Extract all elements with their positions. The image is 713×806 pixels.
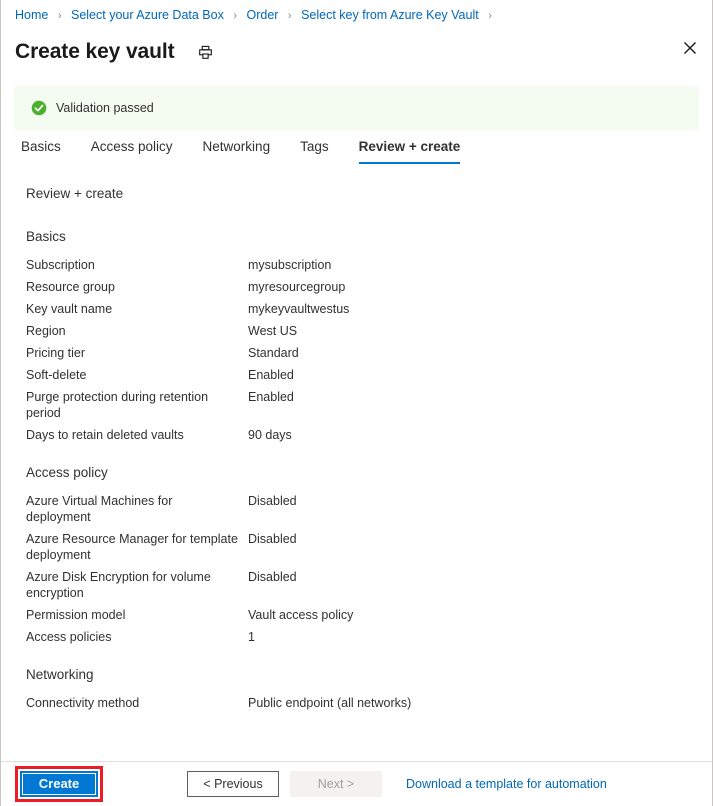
detail-value: Disabled [248,532,297,546]
detail-value: Disabled [248,494,297,508]
detail-label: Days to retain deleted vaults [26,428,184,442]
next-button: Next > [290,771,382,797]
section-networking: Networking Connectivity method Public en… [26,667,712,711]
detail-value: West US [248,324,298,338]
detail-row: Azure Disk Encryption for volume encrypt… [26,569,712,601]
detail-label: Azure Virtual Machines for deployment [26,494,173,524]
action-bar: Create < Previous Next > Download a temp… [1,761,712,806]
tab-basics[interactable]: Basics [21,139,61,164]
create-key-vault-blade: Home › Select your Azure Data Box › Orde… [0,0,713,806]
detail-row: Connectivity method Public endpoint (all… [26,695,712,711]
close-icon[interactable] [678,36,702,60]
review-content: Review + create Basics Subscription mysu… [1,164,712,761]
section-access-policy: Access policy Azure Virtual Machines for… [26,465,712,645]
section-heading-review-create: Review + create [26,186,124,201]
detail-label: Subscription [26,258,95,272]
section-title-access-policy: Access policy [26,465,108,480]
section-title-basics: Basics [26,229,66,244]
status-banner: Validation passed [14,86,699,130]
detail-row: Purge protection during retention period… [26,389,712,421]
breadcrumb-separator-icon: › [233,10,237,22]
detail-row: Region West US [26,323,712,339]
detail-value: Enabled [248,368,294,382]
section-title-networking: Networking [26,667,94,682]
detail-label: Access policies [26,630,112,644]
detail-label: Pricing tier [26,346,86,360]
page-title: Create key vault [15,40,175,63]
detail-label: Permission model [26,608,126,622]
breadcrumb: Home › Select your Azure Data Box › Orde… [1,0,712,28]
download-template-link[interactable]: Download a template for automation [406,777,607,791]
create-button[interactable]: Create [20,771,98,797]
detail-row: Subscription mysubscription [26,257,712,273]
close-icon-glyph [684,42,696,54]
detail-row: Soft-delete Enabled [26,367,712,383]
detail-value: Enabled [248,390,294,404]
tab-bar: Basics Access policy Networking Tags Rev… [1,130,712,164]
tab-networking[interactable]: Networking [203,139,271,164]
detail-row: Permission model Vault access policy [26,607,712,623]
detail-row: Key vault name mykeyvaultwestus [26,301,712,317]
success-check-icon [31,100,47,116]
breadcrumb-separator-icon: › [57,10,62,22]
detail-value: 90 days [248,428,292,442]
detail-value: mysubscription [248,258,332,272]
detail-value: mykeyvaultwestus [248,302,350,316]
status-banner-text: Validation passed [56,101,154,115]
breadcrumb-item-order[interactable]: Order [246,8,278,22]
detail-row: Access policies 1 [26,629,712,645]
detail-row: Azure Virtual Machines for deployment Di… [26,493,712,525]
validation-banner-wrapper: Validation passed [1,72,712,130]
detail-row: Days to retain deleted vaults 90 days [26,427,712,443]
printer-icon[interactable] [195,41,217,63]
detail-value: Disabled [248,570,297,584]
tab-tags[interactable]: Tags [300,139,329,164]
create-button-highlight: Create [15,766,103,802]
tab-review-create[interactable]: Review + create [358,139,461,164]
printer-icon-glyph [199,45,212,59]
detail-value: Standard [248,346,299,360]
detail-row: Resource group myresourcegroup [26,279,712,295]
previous-button[interactable]: < Previous [187,771,279,797]
detail-value: Public endpoint (all networks) [248,696,412,710]
detail-label: Region [26,324,66,338]
detail-value: myresourcegroup [248,280,346,294]
detail-value: 1 [248,630,255,644]
detail-label: Azure Resource Manager for template depl… [26,532,238,562]
breadcrumb-separator-icon: › [287,10,292,22]
detail-value: Vault access policy [248,608,354,622]
detail-label: Key vault name [26,302,113,316]
detail-label: Resource group [26,280,115,294]
detail-row: Pricing tier Standard [26,345,712,361]
blade-header: Create key vault [1,28,712,72]
section-basics: Basics Subscription mysubscription Resou… [26,229,712,443]
detail-label: Soft-delete [26,368,87,382]
breadcrumb-item-select-key-from-azure-key-vault[interactable]: Select key from Azure Key Vault [301,8,479,22]
detail-label: Azure Disk Encryption for volume encrypt… [26,570,211,600]
tab-access-policy[interactable]: Access policy [91,139,173,164]
breadcrumb-separator-icon: › [488,10,492,22]
breadcrumb-item-select-your-azure-data-box[interactable]: Select your Azure Data Box [71,8,224,22]
breadcrumb-item-home[interactable]: Home [15,8,48,22]
detail-row: Azure Resource Manager for template depl… [26,531,712,563]
detail-label: Purge protection during retention period [26,390,209,420]
detail-label: Connectivity method [26,696,140,710]
